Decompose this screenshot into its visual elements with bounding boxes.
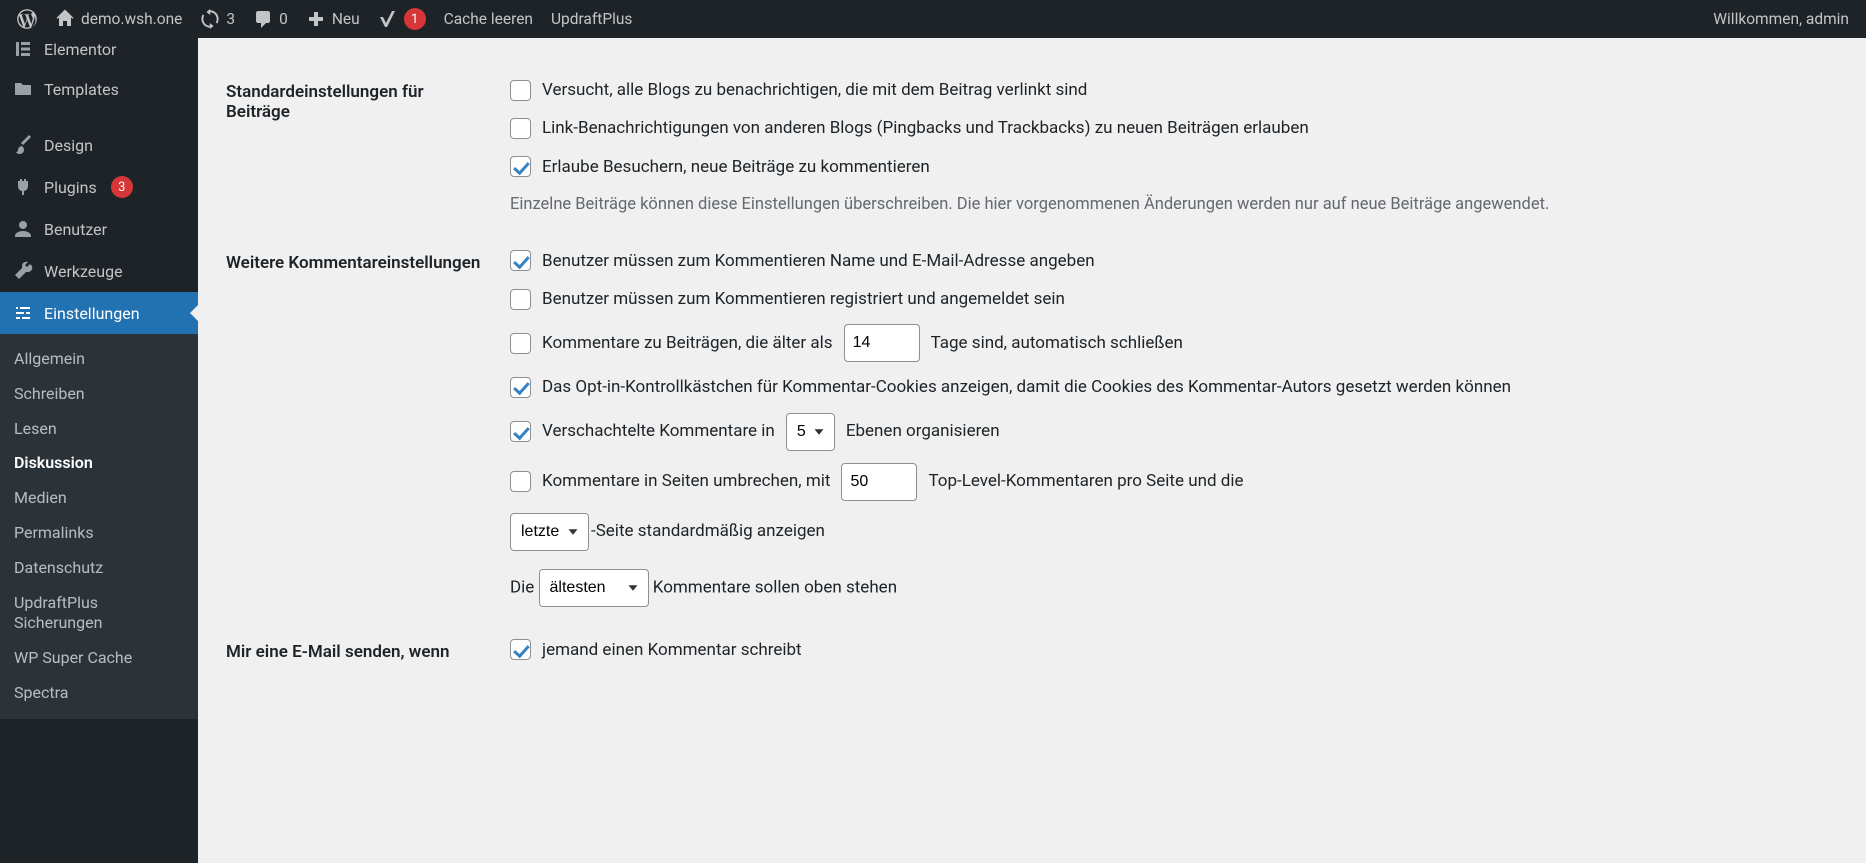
new-label: Neu <box>332 10 360 28</box>
checkbox-allow-pings[interactable] <box>510 118 531 139</box>
sidebar-item-label: Werkzeuge <box>44 262 123 281</box>
sidebar-item-templates[interactable]: Templates <box>0 68 198 110</box>
checkbox-page-comments[interactable] <box>510 471 531 492</box>
option-allow-comments[interactable]: Erlaube Besuchern, neue Beiträge zu komm… <box>510 154 1832 180</box>
select-thread-depth[interactable]: 5 <box>786 413 835 451</box>
folder-icon <box>12 78 34 100</box>
wordpress-icon <box>17 9 37 29</box>
cache-clear-link[interactable]: Cache leeren <box>435 0 542 38</box>
select-default-page[interactable]: letzte <box>510 513 589 551</box>
wrench-icon <box>12 260 34 282</box>
checkbox-thread-comments[interactable] <box>510 421 531 442</box>
wp-logo[interactable] <box>8 0 46 38</box>
option-email-on-comment[interactable]: jemand einen Kommentar schreibt <box>510 637 1832 663</box>
option-close-old-comments[interactable]: Kommentare zu Beiträgen, die älter als T… <box>510 324 1832 362</box>
checkbox-require-registration[interactable] <box>510 289 531 310</box>
input-close-days[interactable] <box>844 324 920 362</box>
submenu-item-writing[interactable]: Schreiben <box>0 377 198 412</box>
sidebar-item-label: Design <box>44 136 93 155</box>
submenu-item-discussion[interactable]: Diskussion <box>0 446 198 481</box>
sidebar-item-users[interactable]: Benutzer <box>0 208 198 250</box>
option-require-registration[interactable]: Benutzer müssen zum Kommentieren registr… <box>510 286 1832 312</box>
sliders-icon <box>12 302 34 324</box>
input-comments-per-page[interactable] <box>841 463 917 501</box>
settings-submenu: Allgemein Schreiben Lesen Diskussion Med… <box>0 334 198 719</box>
plugin-icon <box>12 176 34 198</box>
checkbox-cookies-optin[interactable] <box>510 377 531 398</box>
sidebar-item-label: Einstellungen <box>44 304 140 323</box>
option-pingback-notify[interactable]: Versucht, alle Blogs zu benachrichtigen,… <box>510 77 1832 103</box>
sidebar-item-tools[interactable]: Werkzeuge <box>0 250 198 292</box>
sidebar-item-appearance[interactable]: Design <box>0 124 198 166</box>
updraft-link[interactable]: UpdraftPlus <box>542 0 641 38</box>
sidebar-item-label: Templates <box>44 80 119 99</box>
sidebar-item-elementor[interactable]: Elementor <box>0 38 198 68</box>
checkbox-allow-comments[interactable] <box>510 156 531 177</box>
admin-sidebar: Elementor Templates Design Plugins 3 Benu… <box>0 38 198 863</box>
checkbox-email-on-comment[interactable] <box>510 639 531 660</box>
home-icon <box>55 9 75 29</box>
sidebar-item-settings[interactable]: Einstellungen <box>0 292 198 334</box>
option-page-comments[interactable]: Kommentare in Seiten umbrechen, mit Top-… <box>510 463 1832 501</box>
option-thread-comments[interactable]: Verschachtelte Kommentare in 5 Ebenen or… <box>510 413 1832 451</box>
post-defaults-description: Einzelne Beiträge können diese Einstellu… <box>510 192 1832 218</box>
user-icon <box>12 218 34 240</box>
admin-toolbar: demo.wsh.one 3 0 Neu 1 Cache leeren Updr… <box>0 0 1866 38</box>
submenu-item-general[interactable]: Allgemein <box>0 342 198 377</box>
plugin-updates-count: 3 <box>111 176 133 198</box>
site-name: demo.wsh.one <box>81 10 182 28</box>
sidebar-item-plugins[interactable]: Plugins 3 <box>0 166 198 208</box>
submenu-item-updraft[interactable]: UpdraftPlus Sicherungen <box>0 586 198 642</box>
brush-icon <box>12 134 34 156</box>
submenu-item-media[interactable]: Medien <box>0 481 198 516</box>
sidebar-item-label: Benutzer <box>44 220 107 239</box>
yoast-badge: 1 <box>404 8 426 30</box>
sidebar-item-label: Plugins <box>44 178 97 197</box>
yoast-icon <box>378 9 398 29</box>
cache-label: Cache leeren <box>444 10 533 28</box>
welcome-text: Willkommen, admin <box>1713 10 1849 28</box>
select-comment-order[interactable]: ältesten <box>539 569 649 607</box>
checkbox-close-old[interactable] <box>510 333 531 354</box>
site-name-link[interactable]: demo.wsh.one <box>46 0 191 38</box>
comments-link[interactable]: 0 <box>244 0 297 38</box>
comments-count: 0 <box>279 10 288 28</box>
section-post-defaults: Standardeinstellungen für Beiträge <box>226 62 500 233</box>
settings-content: Standardeinstellungen für Beiträge Versu… <box>198 38 1866 863</box>
comment-icon <box>253 9 273 29</box>
update-icon <box>200 9 220 29</box>
checkbox-require-name-email[interactable] <box>510 250 531 271</box>
updates-link[interactable]: 3 <box>191 0 244 38</box>
yoast-link[interactable]: 1 <box>369 0 435 38</box>
elementor-icon <box>12 38 34 60</box>
checkbox-pingback-notify[interactable] <box>510 80 531 101</box>
updates-count: 3 <box>226 10 235 28</box>
option-allow-pings[interactable]: Link-Benachrichtigungen von anderen Blog… <box>510 115 1832 141</box>
section-email-me: Mir eine E-Mail senden, wenn <box>226 622 500 690</box>
submenu-item-supercache[interactable]: WP Super Cache <box>0 641 198 676</box>
submenu-item-permalinks[interactable]: Permalinks <box>0 516 198 551</box>
account-link[interactable]: Willkommen, admin <box>1704 0 1858 38</box>
option-cookies-optin[interactable]: Das Opt-in-Kontrollkästchen für Kommenta… <box>510 374 1832 400</box>
sidebar-item-label: Elementor <box>44 40 116 59</box>
submenu-item-reading[interactable]: Lesen <box>0 412 198 447</box>
plus-icon <box>306 9 326 29</box>
updraft-label: UpdraftPlus <box>551 10 632 28</box>
section-other-comments: Weitere Kommentareinstellungen <box>226 233 500 622</box>
new-content-link[interactable]: Neu <box>297 0 369 38</box>
submenu-item-privacy[interactable]: Datenschutz <box>0 551 198 586</box>
option-require-name-email[interactable]: Benutzer müssen zum Kommentieren Name un… <box>510 248 1832 274</box>
submenu-item-spectra[interactable]: Spectra <box>0 676 198 711</box>
